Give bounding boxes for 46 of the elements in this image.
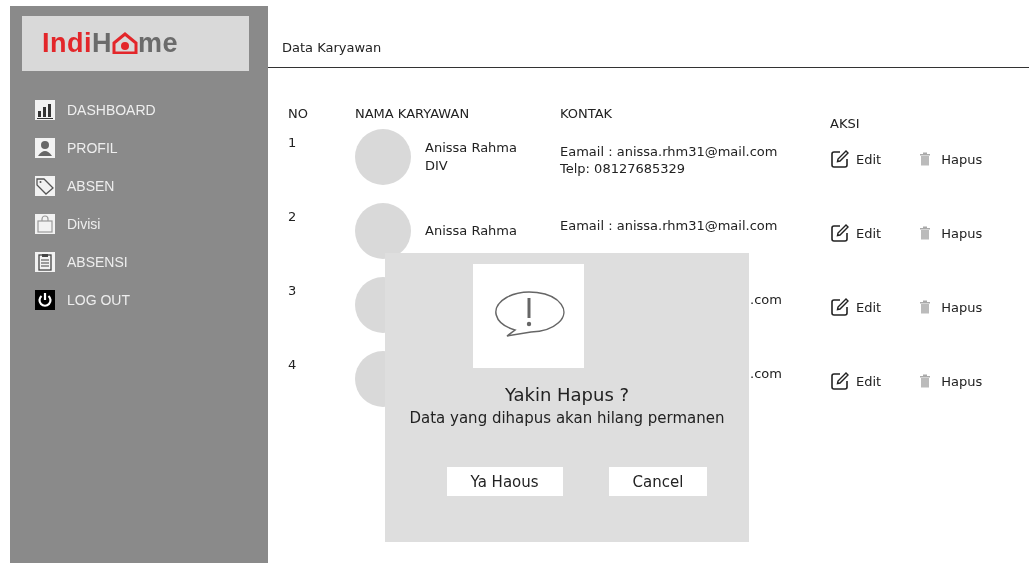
clipboard-icon bbox=[35, 252, 55, 272]
edit-button[interactable]: Edit bbox=[830, 371, 882, 391]
confirm-button[interactable]: Ya Haous bbox=[446, 467, 563, 496]
delete-button[interactable]: Hapus bbox=[919, 373, 983, 389]
delete-button[interactable]: Hapus bbox=[919, 225, 983, 241]
tag-icon bbox=[35, 176, 55, 196]
email-text: Eamail : anissa.rhm31@mail.com bbox=[560, 217, 779, 234]
user-icon bbox=[35, 138, 55, 158]
trash-icon bbox=[919, 152, 932, 166]
trash-icon bbox=[919, 226, 932, 240]
row-number: 1 bbox=[288, 135, 297, 150]
power-icon bbox=[35, 290, 55, 310]
employee-name: Anissa Rahma bbox=[425, 139, 517, 157]
row-number: 3 bbox=[288, 283, 297, 298]
email-text: .com bbox=[750, 366, 782, 381]
delete-button[interactable]: Hapus bbox=[919, 151, 983, 167]
delete-button[interactable]: Hapus bbox=[919, 299, 983, 315]
column-header: NO bbox=[288, 106, 308, 121]
edit-icon bbox=[830, 223, 850, 243]
edit-icon bbox=[830, 297, 850, 317]
employee-name: Anissa Rahma bbox=[425, 222, 517, 240]
dialog-message: Data yang dihapus akan hilang permanen bbox=[409, 409, 725, 427]
page-title: Data Karyawan bbox=[268, 40, 1029, 68]
email-text: .com bbox=[750, 292, 782, 307]
column-header: NAMA KARYAWAN bbox=[355, 106, 470, 121]
row-number: 4 bbox=[288, 357, 297, 372]
employee-division: DIV bbox=[425, 157, 449, 175]
logo-text: IndiH me bbox=[42, 28, 179, 59]
phone-text: Telp: 08127685329 bbox=[560, 160, 687, 177]
edit-icon bbox=[830, 149, 850, 169]
email-text: Eamail : anissa.rhm31@mail.com bbox=[560, 143, 779, 160]
trash-icon bbox=[919, 374, 932, 388]
column-header: KONTAK bbox=[560, 106, 613, 121]
edit-icon bbox=[830, 371, 850, 391]
edit-button[interactable]: Edit bbox=[830, 223, 882, 243]
bag-icon bbox=[35, 214, 55, 234]
chart-icon bbox=[35, 100, 55, 120]
column-header: AKSI bbox=[830, 116, 860, 131]
trash-icon bbox=[919, 300, 932, 314]
row-number: 2 bbox=[288, 209, 297, 224]
house-icon bbox=[112, 32, 138, 54]
edit-button[interactable]: Edit bbox=[830, 149, 882, 169]
edit-button[interactable]: Edit bbox=[830, 297, 882, 317]
cancel-button[interactable]: Cancel bbox=[608, 467, 708, 496]
dialog-title: Yakin Hapus ? bbox=[504, 384, 630, 405]
avatar-placeholder bbox=[355, 129, 411, 185]
